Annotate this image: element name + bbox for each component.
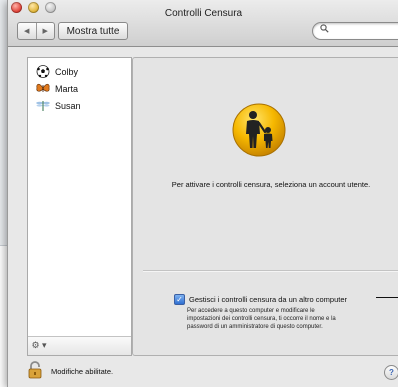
show-all-button[interactable]: Mostra tutte <box>58 22 128 40</box>
user-list-footer: ⚙ ▾ <box>28 336 131 355</box>
system-preferences-window: Controlli Censura ◀ ▶ Mostra tutte Colby… <box>7 0 398 387</box>
soccer-ball-icon <box>36 65 50 78</box>
remote-management-description: Per accedere a questo computer e modific… <box>187 308 336 330</box>
lock-icon[interactable] <box>28 361 42 379</box>
forward-button[interactable]: ▶ <box>35 23 55 39</box>
user-list: Colby Marta Susan ⚙ ▾ <box>27 57 132 356</box>
user-item-colby[interactable]: Colby <box>36 64 78 79</box>
lock-status-label: Modifiche abilitate. <box>51 367 114 376</box>
dragonfly-icon <box>36 99 50 112</box>
user-item-marta[interactable]: Marta <box>36 81 78 96</box>
gear-icon: ⚙ ▾ <box>31 340 47 350</box>
remote-management-option[interactable]: ✓ Gestisci i controlli censura da un alt… <box>174 294 347 305</box>
remote-management-label: Gestisci i controlli censura da un altro… <box>189 295 347 304</box>
section-divider <box>143 270 398 272</box>
search-field[interactable] <box>312 22 398 40</box>
help-button[interactable]: ? <box>384 365 398 380</box>
user-name: Colby <box>55 66 79 77</box>
search-icon <box>320 24 329 35</box>
user-name: Marta <box>55 83 79 94</box>
back-forward-control: ◀ ▶ <box>17 22 55 40</box>
remote-management-checkbox[interactable]: ✓ <box>174 294 185 305</box>
select-account-message: Per attivare i controlli censura, selezi… <box>171 180 371 189</box>
parental-controls-panel: Per attivare i controlli censura, selezi… <box>132 57 398 356</box>
parental-controls-icon <box>231 102 287 158</box>
window-title: Controlli Censura <box>164 8 243 19</box>
user-item-susan[interactable]: Susan <box>36 98 81 113</box>
titlebar: Controlli Censura ◀ ▶ Mostra tutte <box>8 0 398 47</box>
callout-line <box>376 297 398 298</box>
action-menu-button[interactable]: ⚙ ▾ <box>31 339 47 352</box>
butterfly-icon <box>36 82 50 95</box>
back-button[interactable]: ◀ <box>18 23 36 39</box>
user-name: Susan <box>55 100 81 111</box>
